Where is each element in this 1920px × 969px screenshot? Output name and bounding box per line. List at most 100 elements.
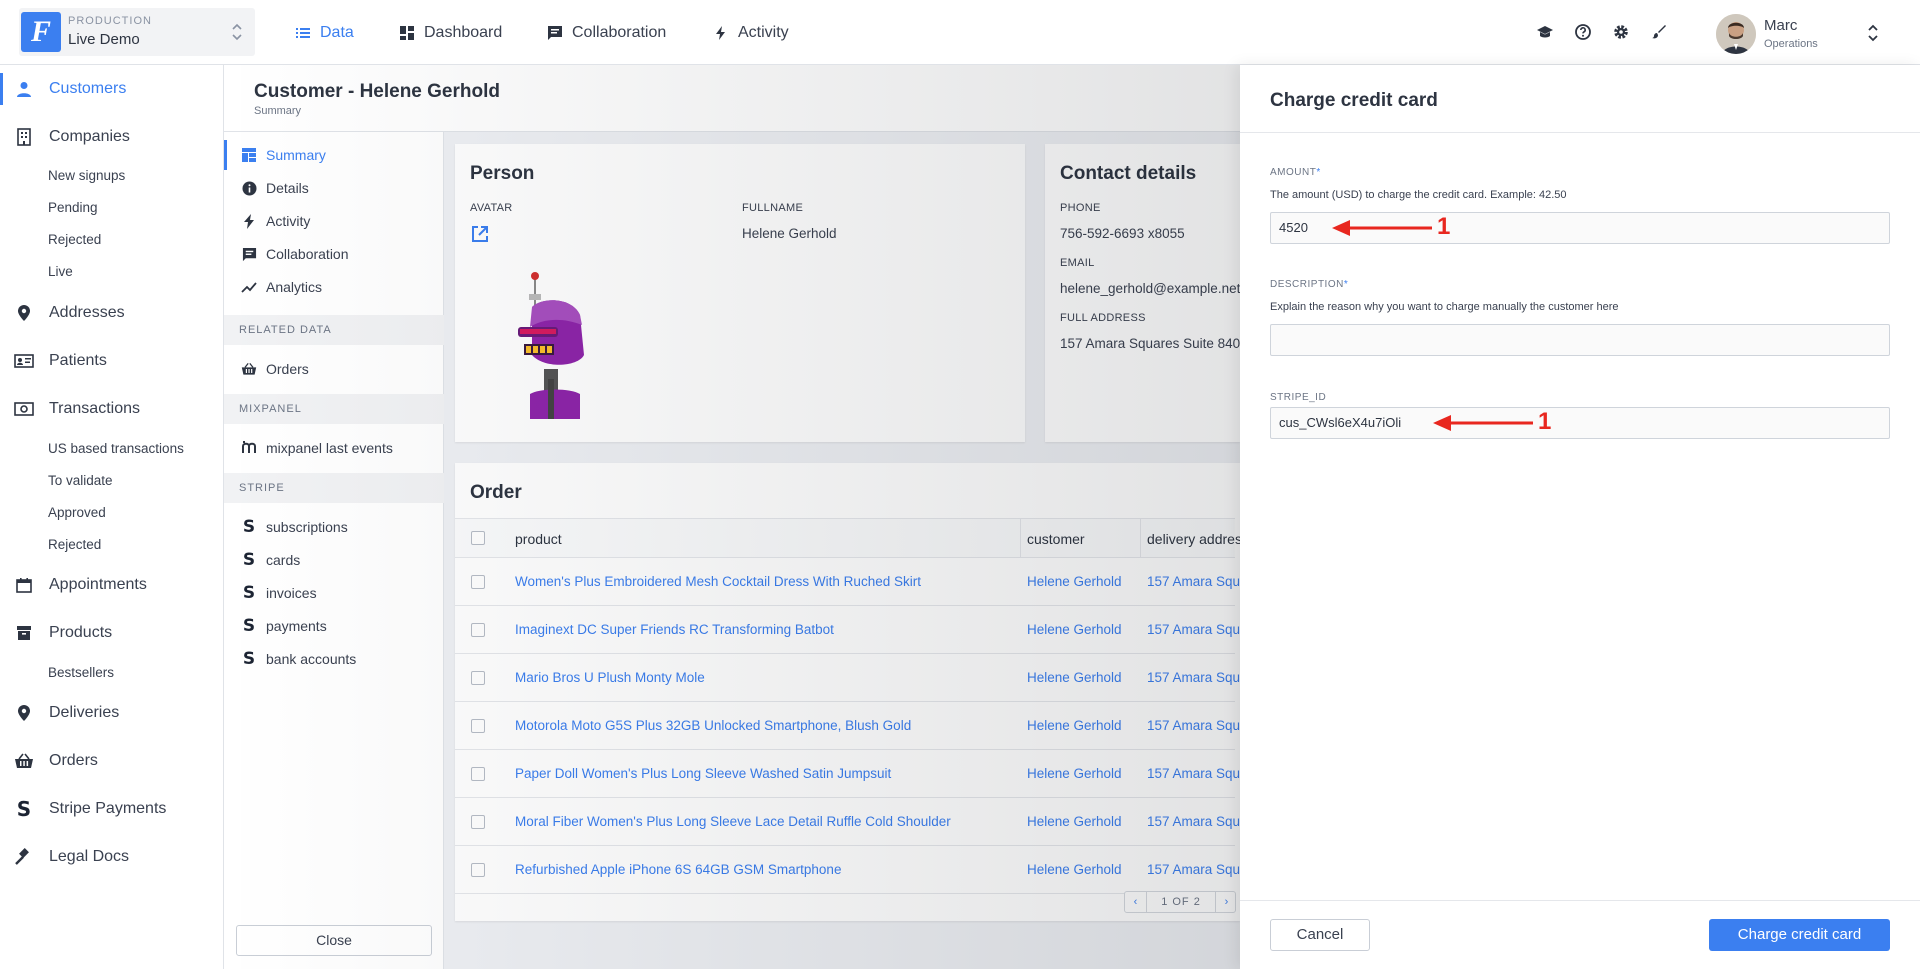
annotation-number: 1 (1538, 408, 1552, 435)
gear-icon[interactable] (1612, 23, 1630, 41)
sidebar-item-legal-docs[interactable]: Legal Docs (0, 841, 224, 873)
delivery-address-cell[interactable]: 157 Amara Squares (1147, 622, 1240, 637)
column-header-product[interactable]: product (515, 531, 562, 547)
subnav-item-summary[interactable]: Summary (224, 140, 444, 170)
sidebar-subitem-approved[interactable]: Approved (48, 505, 106, 520)
sidebar-subitem-new-signups[interactable]: New signups (48, 168, 125, 183)
subnav-item-subscriptions[interactable]: S subscriptions (224, 512, 444, 542)
charge-credit-card-button[interactable]: Charge credit card (1709, 919, 1890, 951)
customer-cell[interactable]: Helene Gerhold (1027, 718, 1122, 733)
description-input[interactable] (1270, 324, 1890, 356)
delivery-address-cell[interactable]: 157 Amara Squares (1147, 814, 1240, 829)
column-header-delivery-address[interactable]: delivery address (1147, 531, 1240, 547)
row-checkbox[interactable] (471, 671, 485, 685)
sidebar-item-appointments[interactable]: Appointments (0, 569, 224, 601)
subnav-item-activity[interactable]: Activity (224, 206, 444, 236)
customer-cell[interactable]: Helene Gerhold (1027, 574, 1122, 589)
product-cell[interactable]: Refurbished Apple iPhone 6S 64GB GSM Sma… (515, 862, 841, 877)
select-all-checkbox[interactable] (471, 531, 485, 545)
chevron-right-icon[interactable]: › (1215, 892, 1237, 912)
nav-collaboration[interactable]: Collaboration (547, 0, 666, 65)
sidebar-subitem-us-based-transactions[interactable]: US based transactions (48, 441, 184, 456)
table-row[interactable]: Mario Bros U Plush Monty Mole Helene Gerh… (455, 654, 1240, 702)
brush-icon[interactable] (1650, 23, 1668, 41)
product-cell[interactable]: Paper Doll Women's Plus Long Sleeve Wash… (515, 766, 891, 781)
sidebar-item-stripe-payments[interactable]: S Stripe Payments (0, 793, 224, 825)
sidebar-item-patients[interactable]: Patients (0, 345, 224, 377)
sidebar-item-products[interactable]: Products (0, 617, 224, 649)
cancel-button[interactable]: Cancel (1270, 919, 1370, 951)
user-name[interactable]: Marc (1764, 17, 1797, 34)
customer-cell[interactable]: Helene Gerhold (1027, 814, 1122, 829)
help-icon[interactable] (1574, 23, 1592, 41)
delivery-address-cell[interactable]: 157 Amara Squares (1147, 670, 1240, 685)
row-checkbox[interactable] (471, 815, 485, 829)
row-checkbox[interactable] (471, 719, 485, 733)
page-title: Customer - Helene Gerhold (254, 81, 500, 102)
subnav-item-cards[interactable]: S cards (224, 545, 444, 575)
sidebar-item-orders[interactable]: Orders (0, 745, 224, 777)
phone-label: PHONE (1060, 202, 1101, 214)
row-checkbox[interactable] (471, 767, 485, 781)
table-row[interactable]: Motorola Moto G5S Plus 32GB Unlocked Sma… (455, 702, 1240, 750)
table-row[interactable]: Refurbished Apple iPhone 6S 64GB GSM Sma… (455, 846, 1240, 894)
sidebar-subitem-pending[interactable]: Pending (48, 200, 98, 215)
sidebar-item-customers[interactable]: Customers (0, 73, 224, 105)
close-button[interactable]: Close (236, 925, 432, 956)
sidebar-item-label: Patients (49, 352, 107, 369)
table-row[interactable]: Moral Fiber Women's Plus Long Sleeve Lac… (455, 798, 1240, 846)
amount-help: The amount (USD) to charge the credit ca… (1270, 189, 1567, 201)
table-row[interactable]: Women's Plus Embroidered Mesh Cocktail D… (455, 558, 1240, 606)
customer-cell[interactable]: Helene Gerhold (1027, 670, 1122, 685)
avatar[interactable] (1716, 14, 1756, 54)
section-related-data: RELATED DATA (224, 315, 444, 345)
nav-dashboard[interactable]: Dashboard (399, 0, 502, 65)
subnav-item-bank-accounts[interactable]: S bank accounts (224, 644, 444, 674)
delivery-address-cell[interactable]: 157 Amara Squares (1147, 862, 1240, 877)
amount-label: AMOUNT* (1270, 167, 1321, 178)
subnav-item-collaboration[interactable]: Collaboration (224, 239, 444, 269)
table-row[interactable]: Paper Doll Women's Plus Long Sleeve Wash… (455, 750, 1240, 798)
sidebar-subitem-live[interactable]: Live (48, 264, 73, 279)
sidebar-subitem-rejected[interactable]: Rejected (48, 232, 101, 247)
delivery-address-cell[interactable]: 157 Amara Squares (1147, 766, 1240, 781)
sidebar-item-companies[interactable]: Companies (0, 121, 224, 153)
delivery-address-cell[interactable]: 157 Amara Squares (1147, 574, 1240, 589)
product-cell[interactable]: Women's Plus Embroidered Mesh Cocktail D… (515, 574, 921, 589)
subnav-item-mixpanel-last-events[interactable]: mixpanel last events (224, 433, 444, 463)
customer-cell[interactable]: Helene Gerhold (1027, 862, 1122, 877)
subnav-item-analytics[interactable]: Analytics (224, 272, 444, 302)
product-cell[interactable]: Motorola Moto G5S Plus 32GB Unlocked Sma… (515, 718, 911, 733)
open-external-icon[interactable] (470, 224, 490, 244)
sidebar-item-transactions[interactable]: Transactions (0, 393, 224, 425)
environment-switcher[interactable]: F PRODUCTION Live Demo (19, 8, 255, 56)
sidebar-subitem-to-validate[interactable]: To validate (48, 473, 113, 488)
product-cell[interactable]: Moral Fiber Women's Plus Long Sleeve Lac… (515, 814, 951, 829)
customer-cell[interactable]: Helene Gerhold (1027, 766, 1122, 781)
graduation-cap-icon[interactable] (1536, 23, 1554, 41)
subnav-item-orders[interactable]: Orders (224, 354, 444, 384)
chevron-left-icon[interactable]: ‹ (1125, 892, 1147, 912)
table-row[interactable]: Imaginext DC Super Friends RC Transformi… (455, 606, 1240, 654)
sidebar-item-addresses[interactable]: Addresses (0, 297, 224, 329)
customer-cell[interactable]: Helene Gerhold (1027, 622, 1122, 637)
subnav-item-invoices[interactable]: S invoices (224, 578, 444, 608)
row-checkbox[interactable] (471, 623, 485, 637)
sidebar-subitem-bestsellers[interactable]: Bestsellers (48, 665, 114, 680)
sidebar-item-deliveries[interactable]: Deliveries (0, 697, 224, 729)
nav-data[interactable]: Data (295, 0, 354, 65)
stripe-id-input[interactable]: cus_CWsl6eX4u7iOli (1270, 407, 1890, 439)
chevron-updown-icon[interactable] (1867, 22, 1879, 44)
subnav-item-details[interactable]: Details (224, 173, 444, 203)
product-cell[interactable]: Mario Bros U Plush Monty Mole (515, 670, 705, 685)
delivery-address-cell[interactable]: 157 Amara Squares (1147, 718, 1240, 733)
column-header-customer[interactable]: customer (1027, 531, 1085, 547)
row-checkbox[interactable] (471, 575, 485, 589)
nav-activity[interactable]: Activity (713, 0, 789, 65)
sidebar-subitem-rejected-transactions[interactable]: Rejected (48, 537, 101, 552)
row-checkbox[interactable] (471, 863, 485, 877)
column-divider (1020, 519, 1021, 557)
product-cell[interactable]: Imaginext DC Super Friends RC Transformi… (515, 622, 834, 637)
page-indicator: 1 OF 2 (1161, 896, 1201, 908)
subnav-item-payments[interactable]: S payments (224, 611, 444, 641)
